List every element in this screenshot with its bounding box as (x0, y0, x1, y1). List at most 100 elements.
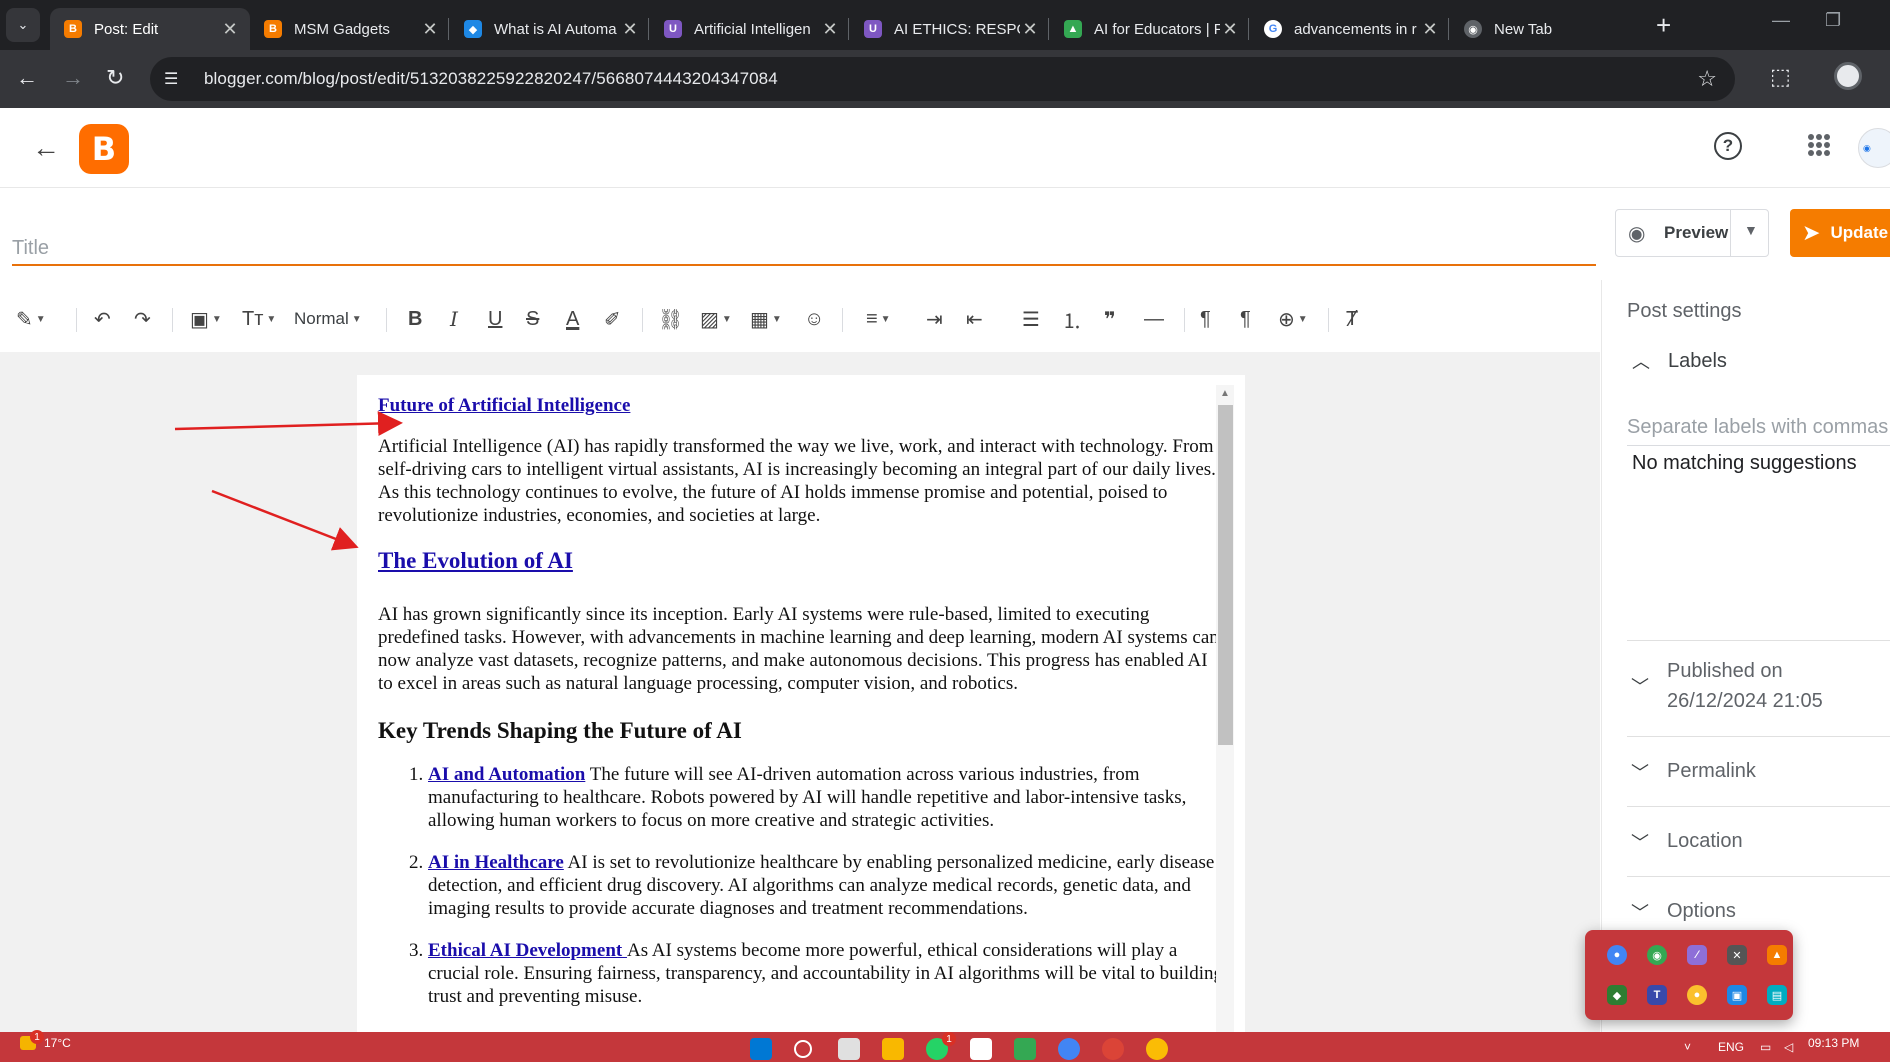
undo-icon[interactable]: ↶ (94, 304, 111, 334)
permalink-section[interactable]: ﹀ Permalink (1627, 736, 1890, 806)
tab-search-button[interactable]: ⌄ (6, 8, 40, 42)
back-icon[interactable]: ← (16, 64, 38, 92)
preview-dropdown-icon[interactable]: ▼ (1744, 222, 1758, 238)
tab-new-tab[interactable]: ◉ New Tab (1450, 8, 1650, 50)
minimize-icon[interactable]: — (1772, 10, 1790, 31)
tray-app-icon[interactable]: ● (1687, 985, 1707, 1005)
help-icon[interactable]: ? (1714, 132, 1742, 160)
close-icon[interactable]: ✕ (420, 19, 440, 40)
close-icon[interactable]: ✕ (1020, 19, 1040, 40)
post-body-editor[interactable]: Future of Artificial Intelligence Artifi… (357, 375, 1245, 1032)
volume-icon[interactable]: ◁ (1784, 1040, 1793, 1054)
forward-icon[interactable]: → (62, 64, 84, 92)
tray-app-icon[interactable]: ▣ (1727, 985, 1747, 1005)
strikethrough-icon[interactable]: S (526, 304, 539, 334)
indent-icon[interactable]: ⇥ (926, 304, 943, 334)
heading-evolution-link[interactable]: The Evolution of AI (378, 547, 573, 575)
emoji-icon[interactable]: ☺ (804, 304, 824, 334)
translate-icon[interactable]: ⊕ ▼ (1278, 304, 1308, 334)
file-explorer-icon[interactable] (882, 1038, 904, 1060)
close-icon[interactable]: ✕ (820, 19, 840, 40)
trend-link[interactable]: AI and Automation (428, 764, 585, 785)
close-icon[interactable]: ✕ (620, 19, 640, 40)
underline-icon[interactable]: U (488, 304, 502, 334)
account-avatar[interactable]: ◉ (1858, 128, 1890, 168)
tab-post-edit[interactable]: B Post: Edit ✕ (50, 8, 250, 50)
location-section[interactable]: ﹀ Location (1627, 806, 1890, 876)
windows-start-icon[interactable] (750, 1038, 772, 1060)
insert-image-icon[interactable]: ▨ ▼ (700, 304, 732, 334)
close-icon[interactable]: ✕ (220, 19, 240, 40)
tray-app-icon[interactable]: ▤ (1767, 985, 1787, 1005)
apps-grid-icon[interactable] (1808, 134, 1830, 156)
rtl-direction-icon[interactable]: ¶ (1240, 304, 1251, 334)
pen-tray-icon[interactable]: ⁄ (1687, 945, 1707, 965)
preview-button[interactable]: ◉ Preview ▼ (1615, 209, 1769, 257)
language-indicator[interactable]: ENG (1718, 1040, 1744, 1054)
tray-app-icon[interactable]: ◆ (1607, 985, 1627, 1005)
compose-mode-icon[interactable]: ✎ ▼ (16, 304, 46, 334)
tab-ai-automation[interactable]: ◆ What is AI Automa ✕ (450, 8, 650, 50)
insert-video-icon[interactable]: ▦ ▼ (750, 304, 782, 334)
weather-widget[interactable]: 17°C (20, 1036, 71, 1050)
close-icon[interactable]: ✕ (1420, 19, 1440, 40)
new-tab-plus-icon[interactable]: + (1656, 10, 1671, 40)
chrome-profile-icon[interactable] (1146, 1038, 1168, 1060)
blogger-logo-icon[interactable]: B (79, 124, 129, 174)
font-family-icon[interactable]: ▣ ▼ (190, 304, 222, 334)
cloud-tray-icon[interactable]: ▲ (1767, 945, 1787, 965)
horizontal-rule-icon[interactable]: — (1144, 304, 1164, 334)
paragraph-format-select[interactable]: Normal ▼ (294, 304, 362, 334)
bookmark-star-icon[interactable]: ☆ (1697, 66, 1717, 92)
post-content[interactable]: Future of Artificial Intelligence Artifi… (378, 393, 1223, 1027)
network-icon[interactable]: ▭ (1760, 1040, 1771, 1054)
reload-icon[interactable]: ↻ (106, 64, 124, 92)
trend-link[interactable]: Ethical AI Development (428, 940, 627, 961)
text-color-icon[interactable]: A (566, 304, 579, 334)
link-icon[interactable]: ⛓ (658, 304, 683, 334)
extensions-icon[interactable]: ⬚ (1770, 64, 1791, 90)
redo-icon[interactable]: ↷ (134, 304, 151, 334)
tab-google-search[interactable]: G advancements in r ✕ (1250, 8, 1450, 50)
tab-msm-gadgets[interactable]: B MSM Gadgets ✕ (250, 8, 450, 50)
profile-avatar[interactable] (1834, 62, 1862, 90)
numbered-list-icon[interactable]: ⒈ (1062, 304, 1082, 334)
google-drive-icon[interactable] (1014, 1038, 1036, 1060)
bold-icon[interactable]: B (408, 304, 422, 334)
highlight-icon[interactable]: ✐ (604, 304, 621, 334)
task-view-icon[interactable] (838, 1038, 860, 1060)
tray-app-icon[interactable]: ● (1607, 945, 1627, 965)
close-icon[interactable]: ✕ (1220, 19, 1240, 40)
outdent-icon[interactable]: ⇤ (966, 304, 983, 334)
labels-section-toggle[interactable]: ︿ Labels (1632, 348, 1727, 374)
tab-artificial-intelligence[interactable]: U Artificial Intelligen ✕ (650, 8, 850, 50)
italic-icon[interactable]: I (450, 304, 458, 334)
font-size-icon[interactable]: Tт ▼ (242, 304, 276, 334)
tab-ai-ethics[interactable]: U AI ETHICS: RESPON ✕ (850, 8, 1050, 50)
trend-link[interactable]: AI in Healthcare (428, 852, 564, 873)
search-icon[interactable] (794, 1040, 812, 1058)
chrome-icon[interactable] (1058, 1038, 1080, 1060)
scroll-up-icon[interactable]: ▲ (1220, 388, 1230, 399)
back-arrow-icon[interactable]: ← (32, 132, 60, 164)
tab-ai-educators[interactable]: ▲ AI for Educators | F ✕ (1050, 8, 1250, 50)
address-bar[interactable]: ☰ blogger.com/blog/post/edit/51320382259… (150, 57, 1735, 101)
align-icon[interactable]: ≡ ▼ (866, 304, 891, 334)
chrome-profile-icon[interactable] (1102, 1038, 1124, 1060)
editor-scrollbar-thumb[interactable] (1218, 405, 1233, 745)
url-text[interactable]: blogger.com/blog/post/edit/5132038225922… (204, 69, 778, 89)
site-settings-icon[interactable]: ☰ (164, 69, 204, 89)
labels-input[interactable] (1627, 410, 1890, 446)
restore-icon[interactable]: ❐ (1825, 10, 1841, 31)
quote-icon[interactable]: ❞ (1104, 304, 1116, 334)
security-tray-icon[interactable]: ✕ (1727, 945, 1747, 965)
tray-chevron-icon[interactable]: ˅ (1684, 1040, 1691, 1054)
ltr-direction-icon[interactable]: ¶ (1200, 304, 1211, 334)
clock-time[interactable]: 09:13 PM (1808, 1036, 1859, 1050)
update-button[interactable]: ➤ Update (1790, 209, 1890, 257)
store-icon[interactable] (970, 1038, 992, 1060)
bulleted-list-icon[interactable]: ☰ (1022, 304, 1040, 334)
published-on-section[interactable]: ﹀ Published on 26/12/2024 21:05 (1627, 640, 1890, 730)
teams-tray-icon[interactable]: T (1647, 985, 1667, 1005)
heading-future-of-ai-link[interactable]: Future of Artificial Intelligence (378, 393, 630, 419)
